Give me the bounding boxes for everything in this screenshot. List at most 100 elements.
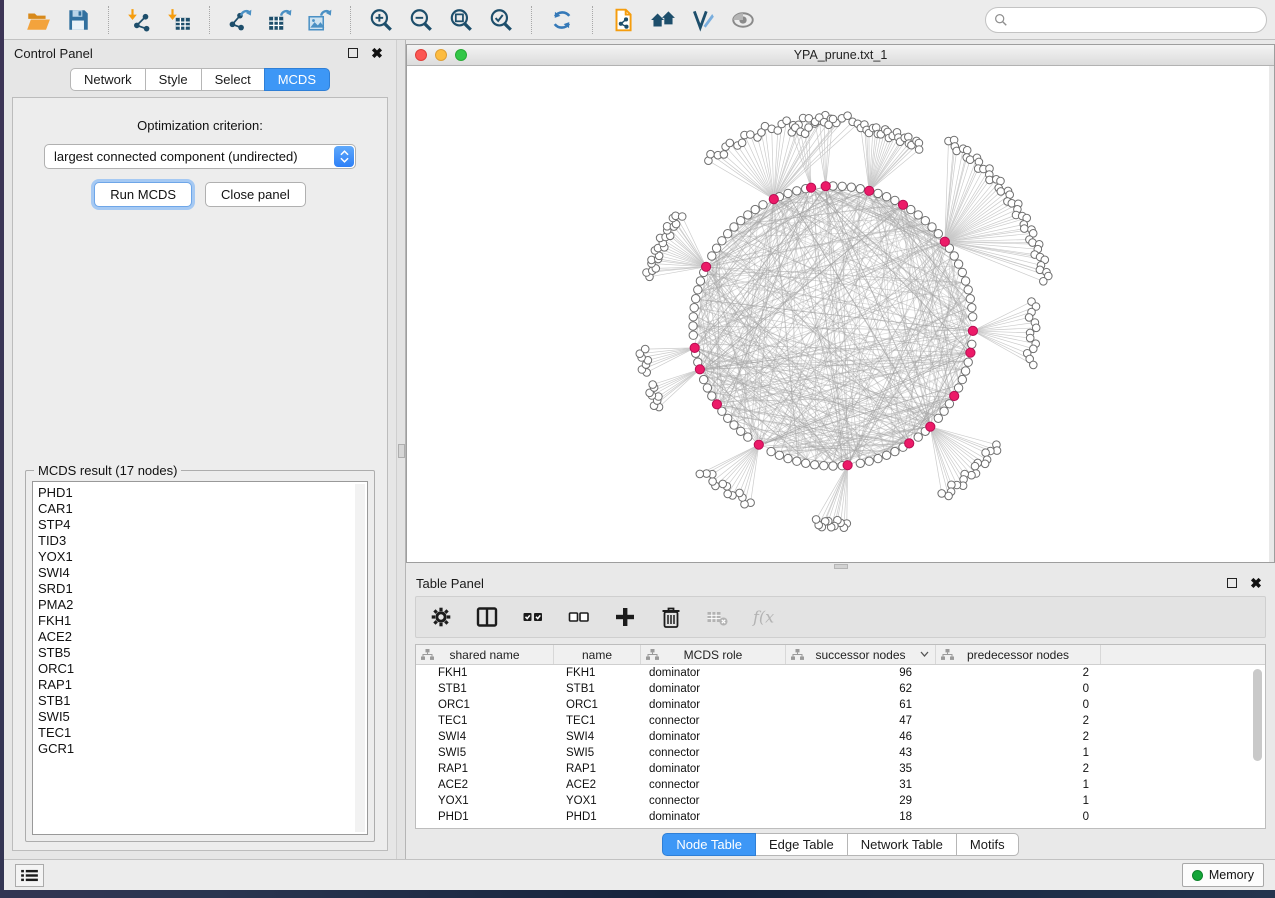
tab-select[interactable]: Select	[201, 68, 265, 91]
delete-column-icon[interactable]	[660, 606, 682, 628]
table-row[interactable]: FKH1FKH1dominator962	[416, 665, 1265, 681]
table-tab-motifs[interactable]: Motifs	[956, 833, 1019, 856]
cell-shared-name: SWI4	[416, 731, 554, 743]
column-header-MCDS-role[interactable]: MCDS role	[641, 645, 786, 664]
column-header-shared-name[interactable]: shared name	[416, 645, 554, 664]
export-table-icon[interactable]	[260, 5, 300, 35]
show-columns-icon[interactable]	[476, 606, 498, 628]
toolbar-group	[113, 0, 205, 39]
cell-MCDS-role: connector	[641, 779, 786, 791]
mcds-result-item[interactable]: ORC1	[38, 661, 367, 677]
column-header-filler	[1101, 645, 1265, 664]
cell-successor-nodes: 43	[786, 747, 936, 759]
cell-MCDS-role: connector	[641, 715, 786, 727]
horizontal-splitter[interactable]	[406, 563, 1275, 570]
tab-style[interactable]: Style	[145, 68, 202, 91]
splitter-grip[interactable]	[398, 444, 405, 458]
select-all-icon[interactable]	[522, 606, 544, 628]
mcds-result-item[interactable]: GCR1	[38, 741, 367, 757]
import-table-icon[interactable]	[159, 5, 199, 35]
control-panel-tabs: NetworkStyleSelectMCDS	[4, 66, 396, 91]
cell-name: PHD1	[554, 811, 641, 823]
mcds-result-item[interactable]: RAP1	[38, 677, 367, 693]
mcds-result-item[interactable]: SRD1	[38, 581, 367, 597]
mcds-result-item[interactable]: TID3	[38, 533, 367, 549]
table-tab-edge-table[interactable]: Edge Table	[755, 833, 848, 856]
save-session-icon[interactable]	[58, 5, 98, 35]
zoom-in-icon[interactable]	[361, 5, 401, 35]
share-document-icon[interactable]	[603, 5, 643, 35]
run-mcds-button[interactable]: Run MCDS	[94, 182, 192, 207]
refresh-layout-icon[interactable]	[542, 5, 582, 35]
table-row[interactable]: SWI5SWI5connector431	[416, 745, 1265, 761]
cell-shared-name: FKH1	[416, 667, 554, 679]
mcds-result-item[interactable]: YOX1	[38, 549, 367, 565]
column-header-name[interactable]: name	[554, 645, 641, 664]
cell-predecessor-nodes: 0	[936, 811, 1101, 823]
open-file-icon[interactable]	[18, 5, 58, 35]
mcds-result-item[interactable]: PHD1	[38, 485, 367, 501]
close-panel-action-button[interactable]: Close panel	[205, 182, 306, 207]
cell-shared-name: YOX1	[416, 795, 554, 807]
mcds-result-list[interactable]: PHD1CAR1STP4TID3YOX1SWI4SRD1PMA2FKH1ACE2…	[32, 481, 368, 835]
mcds-result-item[interactable]: FKH1	[38, 613, 367, 629]
mcds-result-item[interactable]: SWI4	[38, 565, 367, 581]
float-table-panel-button[interactable]	[1223, 574, 1241, 592]
tab-network[interactable]: Network	[70, 68, 146, 91]
float-panel-button[interactable]	[344, 44, 362, 62]
table-row[interactable]: SWI4SWI4dominator462	[416, 729, 1265, 745]
search-box[interactable]	[985, 7, 1267, 33]
zoom-selected-icon[interactable]	[481, 5, 521, 35]
mcds-result-title: MCDS result (17 nodes)	[34, 463, 181, 478]
import-network-icon[interactable]	[119, 5, 159, 35]
mcds-result-item[interactable]: STB5	[38, 645, 367, 661]
close-table-panel-button[interactable]: ✖	[1247, 574, 1265, 592]
column-header-successor-nodes[interactable]: successor nodes	[786, 645, 936, 664]
list-icon	[21, 869, 38, 882]
vertical-splitter[interactable]	[396, 40, 406, 859]
mcds-result-item[interactable]: CAR1	[38, 501, 367, 517]
mcds-result-item[interactable]: PMA2	[38, 597, 367, 613]
zoom-fit-icon[interactable]	[441, 5, 481, 35]
table-row[interactable]: ACE2ACE2connector311	[416, 777, 1265, 793]
table-row[interactable]: ORC1ORC1dominator610	[416, 697, 1265, 713]
mcds-tab-content: Optimization criterion: largest connecte…	[12, 97, 388, 851]
cell-predecessor-nodes: 1	[936, 795, 1101, 807]
task-history-button[interactable]	[15, 864, 44, 887]
table-row[interactable]: YOX1YOX1connector291	[416, 793, 1265, 809]
export-image-icon[interactable]	[300, 5, 340, 35]
export-network-icon[interactable]	[220, 5, 260, 35]
column-header-predecessor-nodes[interactable]: predecessor nodes	[936, 645, 1101, 664]
clear-selection-icon[interactable]	[568, 606, 590, 628]
mcds-result-item[interactable]: ACE2	[38, 629, 367, 645]
vizmapper-icon[interactable]	[683, 5, 723, 35]
optimization-criterion-select[interactable]: largest connected component (undirected)	[44, 144, 356, 169]
cell-successor-nodes: 18	[786, 811, 936, 823]
mcds-result-item[interactable]: TEC1	[38, 725, 367, 741]
table-row[interactable]: STB1STB1dominator620	[416, 681, 1265, 697]
table-row[interactable]: PHD1PHD1dominator180	[416, 809, 1265, 825]
network-window-title: YPA_prune.txt_1	[407, 48, 1274, 62]
table-tab-network-table[interactable]: Network Table	[847, 833, 957, 856]
toolbar-separator	[209, 6, 210, 34]
memory-button[interactable]: Memory	[1182, 863, 1264, 887]
tab-mcds[interactable]: MCDS	[264, 68, 330, 91]
network-canvas[interactable]	[407, 66, 1269, 562]
network-home-icon[interactable]	[643, 5, 683, 35]
zoom-out-icon[interactable]	[401, 5, 441, 35]
search-input[interactable]	[1013, 12, 1258, 27]
mcds-result-item[interactable]: STB1	[38, 693, 367, 709]
mcds-result-item[interactable]: STP4	[38, 517, 367, 533]
cell-shared-name: TEC1	[416, 715, 554, 727]
table-row[interactable]: TEC1TEC1connector472	[416, 713, 1265, 729]
table-row[interactable]: RAP1RAP1dominator352	[416, 761, 1265, 777]
close-panel-button[interactable]: ✖	[368, 44, 386, 62]
splitter-grip-h[interactable]	[834, 564, 848, 569]
mcds-result-item[interactable]: SWI5	[38, 709, 367, 725]
show-hide-icon[interactable]	[723, 5, 763, 35]
table-settings-icon[interactable]	[430, 606, 452, 628]
table-scrollbar[interactable]	[1253, 669, 1262, 761]
cell-predecessor-nodes: 1	[936, 779, 1101, 791]
add-column-icon[interactable]	[614, 606, 636, 628]
table-tab-node-table[interactable]: Node Table	[662, 833, 756, 856]
